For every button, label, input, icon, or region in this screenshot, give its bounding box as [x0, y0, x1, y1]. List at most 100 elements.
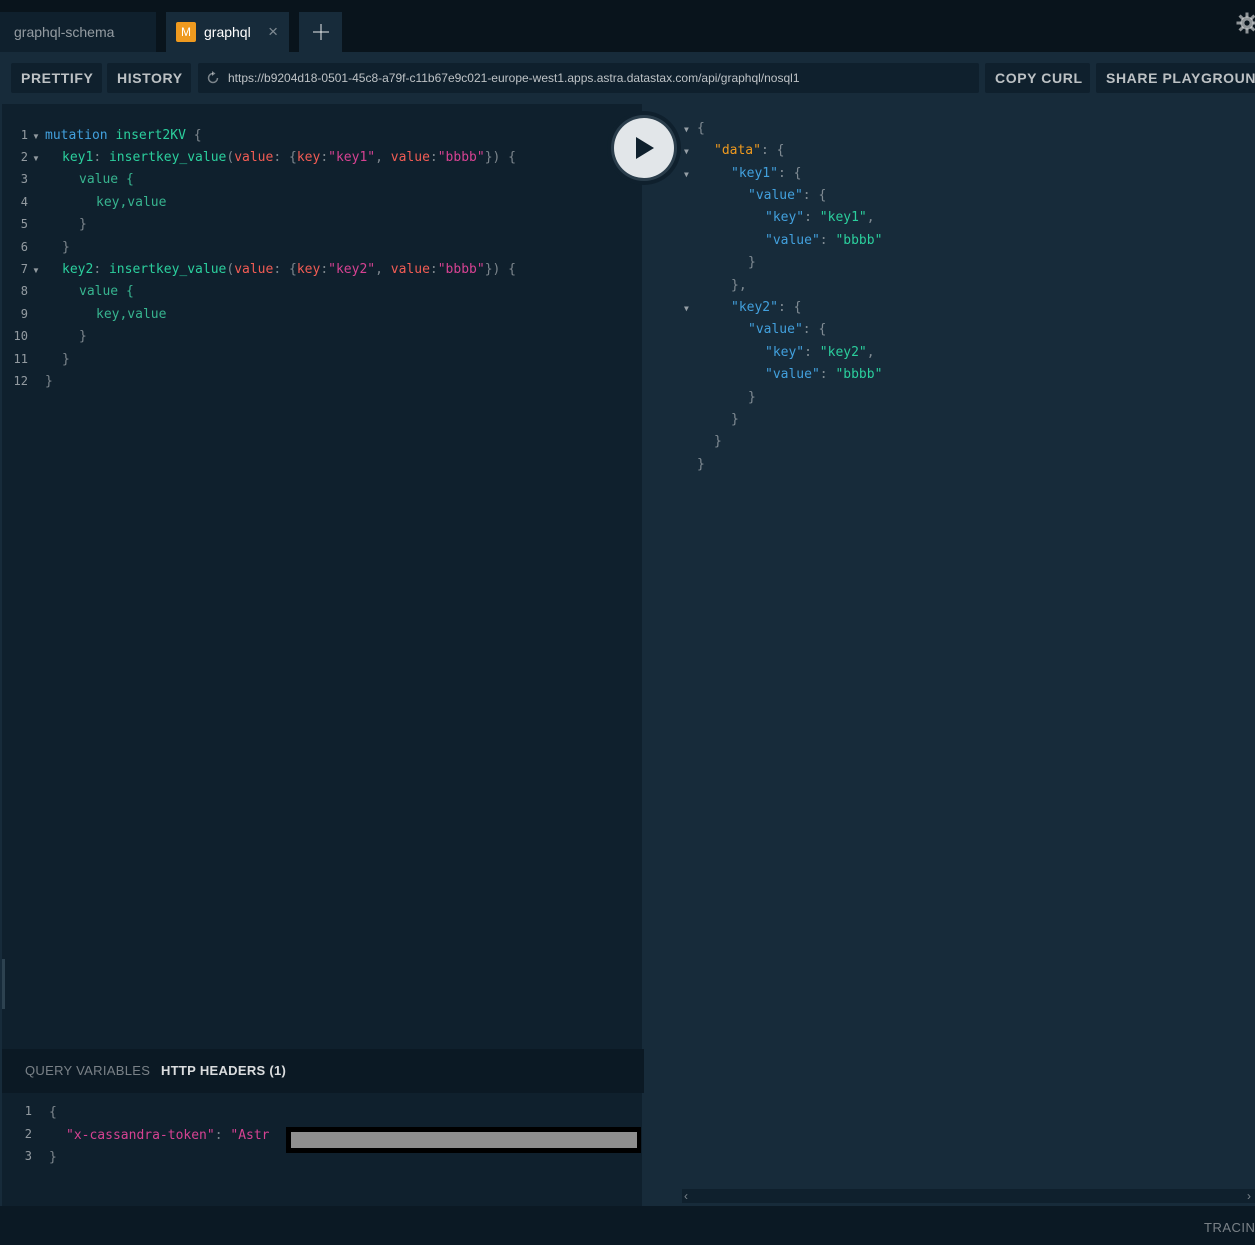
operation-name: insert2KV — [115, 128, 186, 143]
json-key: "key" — [765, 345, 805, 360]
field-name: insertkey_value — [108, 262, 227, 277]
tab-http-headers[interactable]: HTTP HEADERS (1) — [161, 1063, 286, 1078]
close-icon[interactable]: × — [268, 23, 278, 40]
scroll-right-icon[interactable]: › — [1247, 1189, 1251, 1203]
line-number: 6 — [20, 240, 28, 254]
fold-arrow-icon[interactable]: ▼ — [32, 154, 40, 163]
code-line: key,value — [96, 307, 167, 322]
redacted-token — [286, 1127, 641, 1153]
history-button[interactable]: HISTORY — [107, 63, 191, 93]
code-line: { — [49, 1105, 57, 1120]
line-number: 3 — [24, 1149, 32, 1163]
object-key: value — [390, 262, 430, 277]
code-line: } — [79, 329, 87, 344]
result-line: "value": { — [748, 188, 827, 203]
prettify-button[interactable]: PRETTIFY — [11, 63, 102, 93]
json-key: "value" — [748, 188, 803, 203]
redaction-bar — [291, 1132, 637, 1148]
line-number: 8 — [20, 284, 28, 298]
tab-label: graphql — [204, 24, 251, 40]
tab-graphql[interactable]: M graphql × — [166, 12, 289, 52]
code-line: key,value — [96, 195, 167, 210]
keyword: mutation — [45, 128, 108, 143]
result-line: } — [748, 390, 756, 405]
line-number: 9 — [20, 307, 28, 321]
tab-badge: M — [176, 22, 196, 42]
line-number: 12 — [13, 374, 28, 388]
code-line: key2: insertkey_value(value: {key:"key2"… — [62, 262, 517, 277]
copy-curl-button[interactable]: COPY CURL — [985, 63, 1090, 93]
json-key: "key1" — [731, 166, 778, 181]
code-line: } — [62, 240, 70, 255]
field-name: insertkey_value — [108, 150, 227, 165]
fold-arrow-icon[interactable]: ▼ — [32, 266, 40, 275]
execute-query-button[interactable] — [614, 118, 674, 178]
line-number: 3 — [20, 172, 28, 186]
line-number: 10 — [13, 329, 28, 343]
run-button-wrapper — [607, 111, 681, 185]
result-line: "key": "key1", — [765, 210, 875, 225]
json-key: "key2" — [731, 300, 778, 315]
json-string: "key1" — [819, 210, 867, 225]
line-number: 11 — [13, 352, 28, 366]
side-drag-handle[interactable] — [2, 959, 5, 1009]
tail: }) { — [484, 262, 517, 277]
code-line: key1: insertkey_value(value: {key:"key1"… — [62, 150, 517, 165]
line-number: 7 — [20, 262, 28, 276]
line-number: 1 — [24, 1104, 32, 1118]
result-line: "key": "key2", — [765, 345, 875, 360]
plus-icon — [312, 24, 329, 40]
variables-panel-header: QUERY VARIABLES HTTP HEADERS (1) — [2, 1049, 644, 1093]
result-viewer[interactable] — [642, 104, 1255, 1206]
header-value: "Astr — [230, 1128, 270, 1143]
code-line: mutation insert2KV { — [45, 128, 202, 143]
tab-label: graphql-schema — [14, 24, 115, 40]
fold-arrow-icon[interactable]: ▼ — [684, 125, 689, 134]
line-number: 2 — [20, 150, 28, 164]
gear-icon — [1236, 12, 1255, 34]
settings-button[interactable] — [1236, 12, 1255, 39]
result-line: } — [731, 412, 739, 427]
string-value: "bbbb" — [437, 150, 485, 165]
tab-graphql-schema[interactable]: graphql-schema — [0, 12, 156, 52]
string-value: "key1" — [328, 150, 376, 165]
endpoint-url-input[interactable]: https://b9204d18-0501-45c8-a79f-c11b67e9… — [198, 63, 979, 93]
tracing-button[interactable]: TRACING — [1204, 1220, 1255, 1235]
code-line: } — [49, 1150, 57, 1165]
alias: key1 — [62, 150, 94, 165]
share-playground-button[interactable]: SHARE PLAYGROUND — [1096, 63, 1255, 93]
fold-arrow-icon[interactable]: ▼ — [684, 147, 689, 156]
string-value: "key2" — [328, 262, 376, 277]
endpoint-url-text: https://b9204d18-0501-45c8-a79f-c11b67e9… — [228, 71, 800, 85]
object-key: key — [296, 150, 321, 165]
code-line: "x-cassandra-token": "Astr — [66, 1128, 270, 1143]
fold-arrow-icon[interactable]: ▼ — [684, 170, 689, 179]
query-editor[interactable] — [0, 104, 642, 1049]
tail: }) { — [484, 150, 517, 165]
tab-bar: graphql-schema M graphql × — [0, 0, 1255, 52]
add-tab-button[interactable] — [299, 12, 342, 52]
code-line: value { — [79, 172, 134, 187]
json-key: "key" — [765, 210, 805, 225]
result-line: "value": "bbbb" — [765, 233, 883, 248]
fold-arrow-icon[interactable]: ▼ — [32, 132, 40, 141]
scroll-left-icon[interactable]: ‹ — [684, 1189, 688, 1203]
fold-arrow-icon[interactable]: ▼ — [684, 304, 689, 313]
tab-query-variables[interactable]: QUERY VARIABLES — [25, 1063, 150, 1078]
horizontal-scrollbar[interactable]: ‹ › — [682, 1189, 1255, 1203]
brace: { — [193, 128, 202, 143]
reload-icon[interactable] — [206, 71, 220, 85]
line-number: 5 — [20, 217, 28, 231]
string-value: "bbbb" — [437, 262, 485, 277]
json-string: "bbbb" — [835, 233, 883, 248]
code-line: } — [45, 374, 53, 389]
header-name: "x-cassandra-token" — [66, 1128, 215, 1143]
toolbar: PRETTIFY HISTORY https://b9204d18-0501-4… — [0, 52, 1255, 104]
result-line: "value": { — [748, 322, 827, 337]
result-line: } — [748, 255, 756, 270]
result-line: "key1": { — [731, 166, 802, 181]
code-line: } — [62, 352, 70, 367]
result-line: "data": { — [714, 143, 785, 158]
footer-bar: TRACING — [0, 1206, 1255, 1245]
object-key: key — [296, 262, 321, 277]
